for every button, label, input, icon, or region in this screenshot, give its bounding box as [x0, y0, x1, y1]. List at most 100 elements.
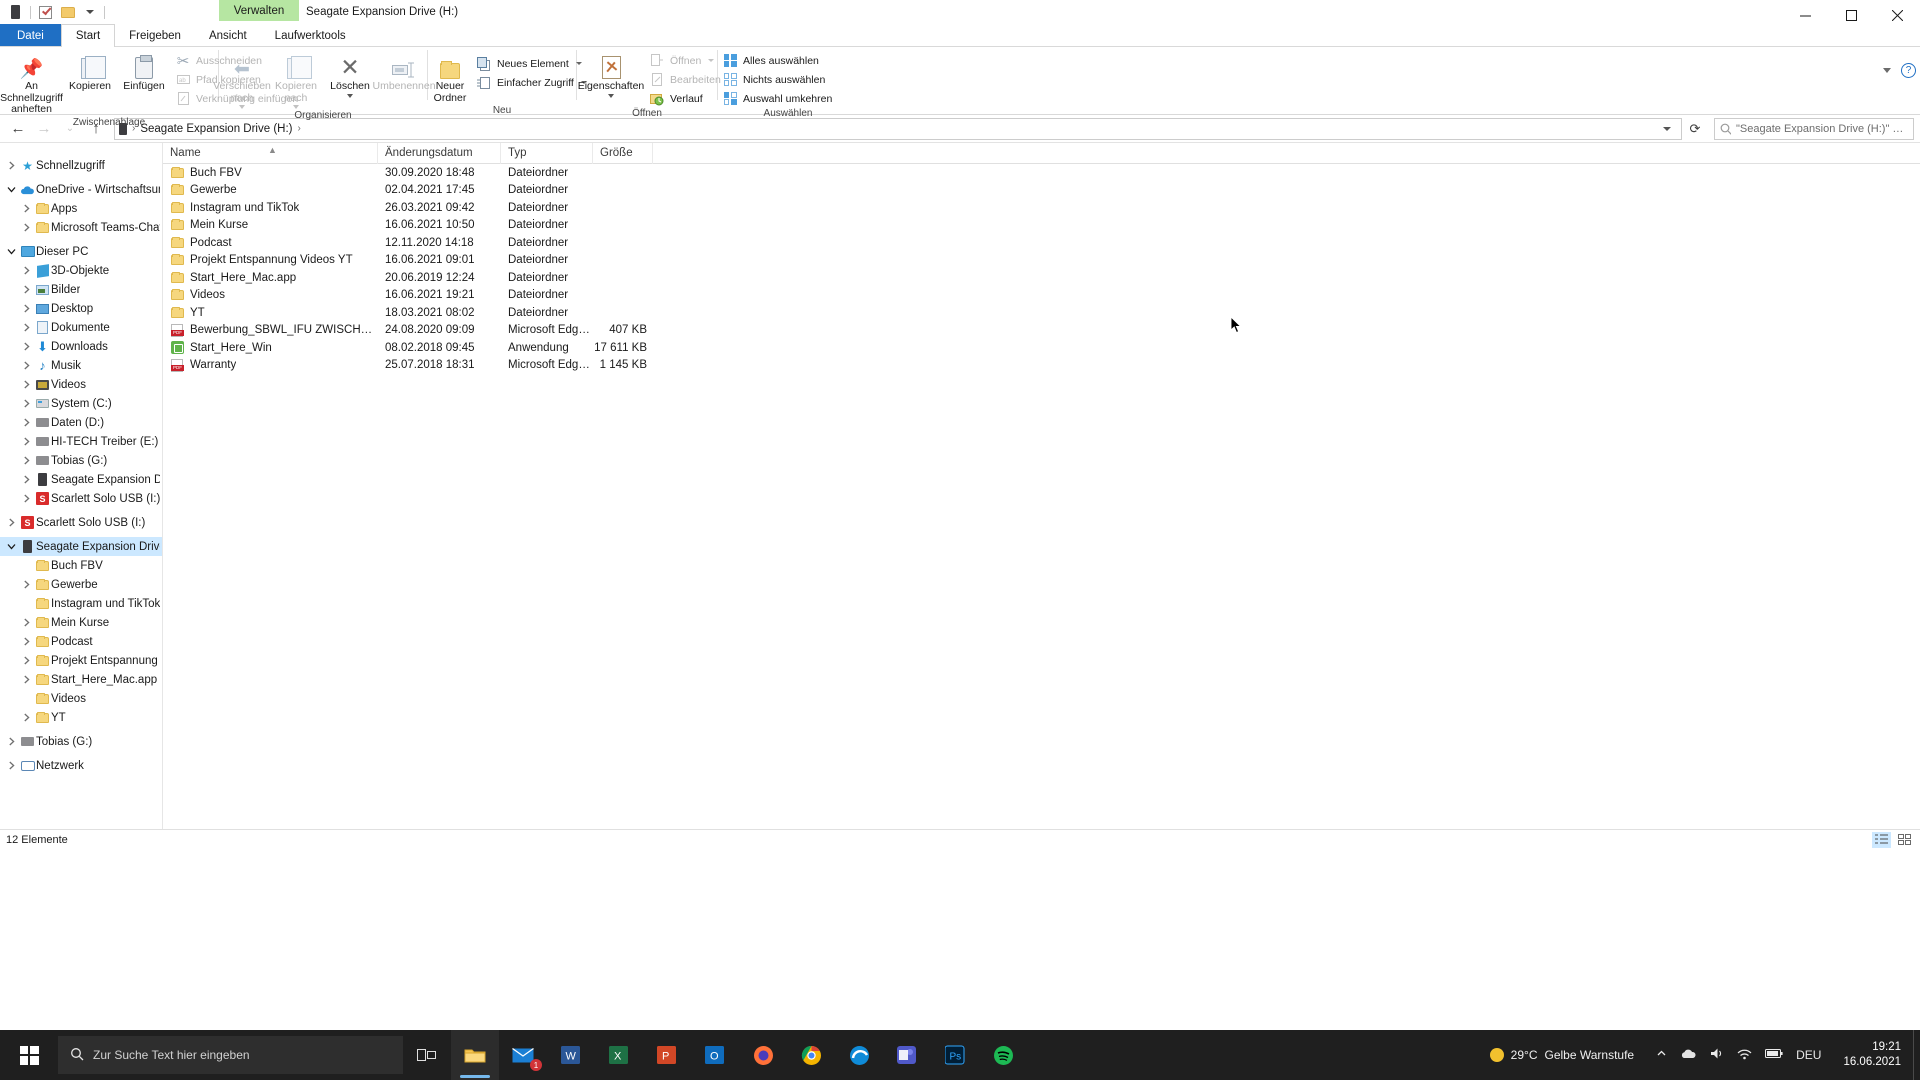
properties-button[interactable]: Eigenschaften — [577, 49, 645, 98]
nav-item-onedrive-wirtschaftsuniver[interactable]: OneDrive - Wirtschaftsuniver — [0, 180, 162, 199]
excel-button[interactable]: X — [595, 1030, 643, 1080]
file-row[interactable]: YT 18.03.2021 08:02 Dateiordner — [163, 304, 1920, 322]
battery-icon[interactable] — [1765, 1048, 1783, 1062]
column-header-gr-e[interactable]: Größe — [593, 142, 653, 164]
select-all-button[interactable]: Alles auswählen — [718, 52, 836, 69]
easy-access-button[interactable]: Einfacher Zugriff — [472, 74, 591, 91]
nav-item-schnellzugriff[interactable]: ★ Schnellzugriff — [0, 156, 162, 175]
chevron-down-icon[interactable] — [1663, 126, 1671, 131]
nav-item-projekt-entspannung-video[interactable]: Projekt Entspannung Video — [0, 651, 162, 670]
nav-item-seagate-expansion-drive-h[interactable]: Seagate Expansion Drive (H — [0, 470, 162, 489]
outlook-button[interactable]: O — [691, 1030, 739, 1080]
nav-twisty[interactable] — [19, 580, 34, 589]
tab-start[interactable]: Start — [60, 24, 116, 47]
nav-twisty[interactable] — [19, 223, 34, 232]
volume-icon[interactable] — [1710, 1047, 1724, 1063]
nav-item-system-c[interactable]: System (C:) — [0, 394, 162, 413]
file-row[interactable]: Projekt Entspannung Videos YT 16.06.2021 … — [163, 252, 1920, 270]
weather-widget[interactable]: 29°C Gelbe Warnstufe — [1478, 1048, 1646, 1062]
nav-item-videos[interactable]: Videos — [0, 375, 162, 394]
nav-item-yt[interactable]: YT — [0, 708, 162, 727]
tab-datei[interactable]: Datei — [0, 24, 61, 47]
photoshop-button[interactable]: Ps — [931, 1030, 979, 1080]
nav-twisty[interactable] — [19, 494, 34, 503]
nav-twisty[interactable] — [19, 304, 34, 313]
nav-item-buch-fbv[interactable]: Buch FBV — [0, 556, 162, 575]
nav-twisty[interactable] — [19, 475, 34, 484]
nav-item-3d-objekte[interactable]: 3D-Objekte — [0, 261, 162, 280]
invert-selection-button[interactable]: Auswahl umkehren — [718, 90, 836, 107]
new-item-button[interactable]: Neues Element — [472, 55, 591, 72]
nav-item-start-here-mac-app[interactable]: Start_Here_Mac.app — [0, 670, 162, 689]
refresh-button[interactable]: ⟳ — [1684, 118, 1706, 140]
nav-twisty[interactable] — [19, 713, 34, 722]
column-header-typ[interactable]: Typ — [501, 142, 593, 164]
file-row[interactable]: Instagram und TikTok 26.03.2021 09:42 Date… — [163, 199, 1920, 217]
pin-to-quick-access-button[interactable]: 📌 An Schnellzugriff anheften — [0, 49, 63, 116]
file-row[interactable]: Podcast 12.11.2020 14:18 Dateiordner — [163, 234, 1920, 252]
contextual-tab-verwalten[interactable]: Verwalten — [219, 0, 299, 21]
mail-button[interactable]: 1 — [499, 1030, 547, 1080]
history-button[interactable]: Verlauf — [645, 90, 725, 107]
firefox-button[interactable] — [739, 1030, 787, 1080]
nav-item-scarlett-solo-usb-i[interactable]: S Scarlett Solo USB (I:) — [0, 489, 162, 508]
nav-item-gewerbe[interactable]: Gewerbe — [0, 575, 162, 594]
nav-item-dieser-pc[interactable]: Dieser PC — [0, 242, 162, 261]
nav-item-netzwerk[interactable]: Netzwerk — [0, 756, 162, 775]
nav-item-mein-kurse[interactable]: Mein Kurse — [0, 613, 162, 632]
nav-twisty[interactable] — [19, 456, 34, 465]
nav-item-musik[interactable]: ♪ Musik — [0, 356, 162, 375]
drive-icon[interactable] — [8, 5, 23, 20]
file-row[interactable]: Buch FBV 30.09.2020 18:48 Dateiordner — [163, 164, 1920, 182]
file-row[interactable]: Bewerbung_SBWL_IFU ZWISCHENSPEIC... 24.08… — [163, 322, 1920, 340]
delete-button[interactable]: ✕ Löschen — [323, 49, 377, 98]
nav-item-microsoft-teams-chatdatei[interactable]: Microsoft Teams-Chatdatei — [0, 218, 162, 237]
rename-button[interactable]: Umbenennen — [372, 49, 436, 93]
nav-item-hi-tech-treiber-e[interactable]: HI-TECH Treiber (E:) — [0, 432, 162, 451]
show-hidden-icons-icon[interactable] — [1656, 1048, 1667, 1062]
nav-twisty[interactable] — [19, 399, 34, 408]
file-row[interactable]: Start_Here_Mac.app 20.06.2019 12:24 Dateio… — [163, 269, 1920, 287]
nav-twisty[interactable] — [19, 380, 34, 389]
nav-twisty[interactable] — [19, 361, 34, 370]
search-input[interactable]: "Seagate Expansion Drive (H:)" durc... — [1714, 117, 1914, 140]
nav-twisty[interactable] — [19, 618, 34, 627]
nav-item-videos[interactable]: Videos — [0, 689, 162, 708]
task-view-button[interactable] — [403, 1030, 451, 1080]
properties-icon[interactable] — [38, 5, 53, 20]
nav-item-scarlett-solo-usb-i[interactable]: S Scarlett Solo USB (I:) — [0, 513, 162, 532]
file-list-pane[interactable]: ▲ Name Änderungsdatum Typ Größe Buch FBV 30.… — [163, 142, 1920, 829]
nav-twisty[interactable] — [4, 161, 19, 170]
column-header--nderungsdatum[interactable]: Änderungsdatum — [378, 142, 501, 164]
details-view-button[interactable] — [1872, 831, 1891, 848]
nav-item-tobias-g[interactable]: Tobias (G:) — [0, 732, 162, 751]
nav-twisty[interactable] — [4, 761, 19, 770]
nav-item-seagate-expansion-drive-h[interactable]: Seagate Expansion Drive (H:) — [0, 537, 162, 556]
collapse-ribbon-icon[interactable] — [1883, 68, 1891, 73]
copy-to-button[interactable]: Kopieren nach — [269, 49, 323, 109]
chevron-right-icon[interactable]: › — [297, 123, 300, 134]
nav-item-downloads[interactable]: ⬇ Downloads — [0, 337, 162, 356]
help-icon[interactable]: ? — [1901, 63, 1916, 78]
nav-twisty[interactable] — [19, 675, 34, 684]
paste-button[interactable]: Einfügen — [117, 49, 171, 93]
nav-twisty[interactable] — [19, 266, 34, 275]
teams-button[interactable] — [883, 1030, 931, 1080]
large-icons-view-button[interactable] — [1895, 832, 1914, 848]
nav-twisty[interactable] — [4, 737, 19, 746]
nav-item-apps[interactable]: Apps — [0, 199, 162, 218]
tab-ansicht[interactable]: Ansicht — [195, 24, 261, 47]
nav-twisty[interactable] — [4, 185, 19, 194]
file-row[interactable]: Start_Here_Win 08.02.2018 09:45 Anwendung 1… — [163, 339, 1920, 357]
nav-twisty[interactable] — [19, 437, 34, 446]
nav-item-bilder[interactable]: Bilder — [0, 280, 162, 299]
edit-button[interactable]: Bearbeiten — [645, 71, 725, 88]
spotify-button[interactable] — [979, 1030, 1027, 1080]
new-folder-button[interactable]: Neuer Ordner — [428, 49, 472, 104]
onedrive-icon[interactable] — [1680, 1048, 1697, 1063]
nav-twisty[interactable] — [4, 247, 19, 256]
select-none-button[interactable]: Nichts auswählen — [718, 71, 836, 88]
copy-button[interactable]: Kopieren — [63, 49, 117, 93]
clock[interactable]: 19:21 16.06.2021 — [1831, 1040, 1913, 1070]
nav-twisty[interactable] — [4, 518, 19, 527]
